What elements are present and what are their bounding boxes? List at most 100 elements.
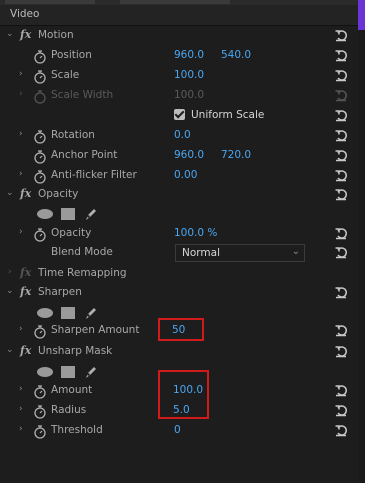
chevron-right-icon[interactable]: › — [8, 267, 17, 277]
fx-icon[interactable]: fx — [20, 28, 31, 41]
scrollbar[interactable] — [359, 30, 365, 483]
timeline-marker — [358, 0, 365, 30]
reset-icon — [334, 88, 348, 102]
blend-mode-select[interactable]: Normal ⌄ — [175, 244, 305, 262]
highlight-box — [158, 370, 209, 419]
stopwatch-icon — [33, 90, 47, 104]
reset-icon[interactable] — [334, 48, 348, 62]
effect-name: Motion — [38, 29, 74, 41]
ellipse-mask-icon[interactable] — [37, 308, 53, 318]
unsharp-threshold-value[interactable]: 0 — [174, 424, 181, 436]
reset-icon[interactable] — [334, 226, 348, 240]
property-label: Rotation — [51, 129, 95, 141]
rectangle-mask-icon[interactable] — [61, 208, 75, 220]
mask-tools — [0, 203, 358, 223]
chevron-down-icon: ⌄ — [291, 246, 300, 257]
stopwatch-icon[interactable] — [33, 130, 47, 144]
chevron-down-icon[interactable]: ⌄ — [6, 286, 15, 296]
reset-icon[interactable] — [334, 128, 348, 142]
reset-icon[interactable] — [334, 168, 348, 182]
property-rotation: › Rotation 0.0 — [0, 126, 358, 146]
property-label: Amount — [51, 384, 93, 396]
chevron-right-icon[interactable]: › — [19, 169, 28, 179]
anchor-y-value[interactable]: 720.0 — [221, 149, 251, 161]
effect-motion-header[interactable]: ⌄ fx Motion — [0, 26, 358, 46]
property-unsharp-threshold: › Threshold 0 — [0, 421, 358, 441]
highlight-box — [158, 318, 204, 341]
chevron-down-icon[interactable]: ⌄ — [6, 188, 15, 198]
property-anchor-point: Anchor Point 960.0 720.0 — [0, 146, 358, 166]
chevron-right-icon[interactable]: › — [19, 384, 28, 394]
effect-unsharp-mask-header[interactable]: ⌄ fx Unsharp Mask — [0, 342, 358, 362]
effect-time-remapping-header[interactable]: › fx Time Remapping — [0, 264, 358, 284]
rectangle-mask-icon[interactable] — [61, 307, 75, 319]
reset-icon[interactable] — [334, 28, 348, 42]
ellipse-mask-icon[interactable] — [37, 367, 53, 377]
effect-name: Sharpen — [38, 286, 82, 298]
pen-mask-icon[interactable] — [83, 305, 99, 321]
tab-fragment[interactable] — [120, 0, 230, 4]
property-label: Blend Mode — [51, 246, 113, 258]
ellipse-mask-icon[interactable] — [37, 209, 53, 219]
reset-icon[interactable] — [334, 245, 348, 259]
effect-name: Unsharp Mask — [38, 345, 113, 357]
reset-icon[interactable] — [334, 403, 348, 417]
stopwatch-icon[interactable] — [33, 228, 47, 242]
property-uniform-scale: Uniform Scale — [0, 106, 358, 126]
property-label: Radius — [51, 404, 87, 416]
property-scale: › Scale 100.0 — [0, 66, 358, 86]
reset-icon[interactable] — [334, 323, 348, 337]
chevron-right-icon[interactable]: › — [19, 129, 28, 139]
reset-icon[interactable] — [334, 108, 348, 122]
chevron-right-icon[interactable]: › — [19, 69, 28, 79]
stopwatch-icon[interactable] — [33, 150, 47, 164]
checkbox-label: Uniform Scale — [191, 109, 265, 121]
effect-opacity-header[interactable]: ⌄ fx Opacity — [0, 185, 358, 205]
scale-value[interactable]: 100.0 — [174, 69, 204, 81]
uniform-scale-checkbox[interactable] — [174, 109, 185, 120]
chevron-right-icon: › — [19, 89, 23, 99]
fx-icon[interactable]: fx — [20, 285, 31, 298]
stopwatch-icon[interactable] — [33, 70, 47, 84]
reset-icon[interactable] — [334, 68, 348, 82]
fx-icon: fx — [20, 266, 32, 279]
opacity-value[interactable]: 100.0 % — [174, 227, 217, 239]
effect-sharpen-header[interactable]: ⌄ fx Sharpen — [0, 283, 358, 303]
property-label: Opacity — [51, 227, 92, 239]
anchor-x-value[interactable]: 960.0 — [174, 149, 204, 161]
stopwatch-icon[interactable] — [33, 170, 47, 184]
reset-icon[interactable] — [334, 344, 348, 358]
property-label: Position — [51, 49, 92, 61]
position-y-value[interactable]: 540.0 — [221, 49, 251, 61]
reset-icon[interactable] — [334, 187, 348, 201]
reset-icon[interactable] — [334, 148, 348, 162]
stopwatch-icon[interactable] — [33, 385, 47, 399]
reset-icon[interactable] — [334, 285, 348, 299]
chevron-right-icon[interactable]: › — [19, 324, 28, 334]
fx-icon[interactable]: fx — [20, 187, 31, 200]
stopwatch-icon[interactable] — [33, 405, 47, 419]
chevron-down-icon[interactable]: ⌄ — [6, 29, 15, 39]
chevron-right-icon[interactable]: › — [19, 404, 28, 414]
reset-icon[interactable] — [334, 383, 348, 397]
stopwatch-icon[interactable] — [33, 325, 47, 339]
rectangle-mask-icon[interactable] — [61, 366, 75, 378]
rotation-value[interactable]: 0.0 — [174, 129, 191, 141]
stopwatch-icon[interactable] — [33, 50, 47, 64]
pen-mask-icon[interactable] — [83, 206, 99, 222]
anti-flicker-value[interactable]: 0.00 — [174, 169, 197, 181]
tab-fragment[interactable] — [5, 0, 95, 4]
reset-icon[interactable] — [334, 423, 348, 437]
pen-mask-icon[interactable] — [83, 364, 99, 380]
property-blend-mode: Blend Mode Normal ⌄ — [0, 243, 358, 263]
fx-icon[interactable]: fx — [20, 344, 31, 357]
stopwatch-icon[interactable] — [33, 425, 47, 439]
position-x-value[interactable]: 960.0 — [174, 49, 204, 61]
chevron-down-icon[interactable]: ⌄ — [6, 345, 15, 355]
property-position: Position 960.0 540.0 — [0, 46, 358, 66]
chevron-right-icon[interactable]: › — [19, 424, 28, 434]
panel-title: Video — [10, 8, 40, 20]
property-scale-width: › Scale Width 100.0 — [0, 86, 358, 106]
chevron-right-icon[interactable]: › — [19, 227, 28, 237]
property-label: Scale Width — [51, 89, 114, 101]
